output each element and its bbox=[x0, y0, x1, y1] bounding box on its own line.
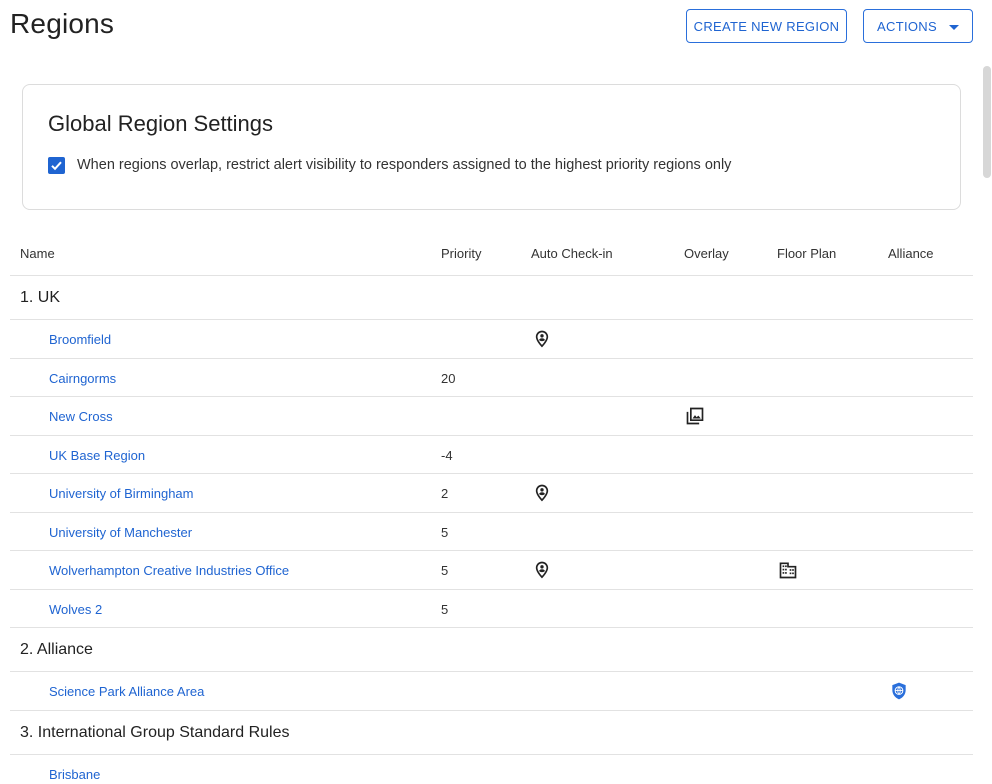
group-label: 3. International Group Standard Rules bbox=[20, 723, 290, 741]
region-link[interactable]: Broomfield bbox=[49, 332, 111, 347]
group-label: 2. Alliance bbox=[20, 641, 93, 658]
group-row-alliance: 2. Alliance bbox=[10, 628, 973, 672]
caret-down-icon bbox=[948, 24, 959, 30]
table-row: Wolverhampton Creative Industries Office… bbox=[10, 551, 973, 590]
building-icon bbox=[779, 562, 797, 579]
page-title: Regions bbox=[10, 8, 115, 39]
table-row: Brisbane bbox=[10, 755, 973, 784]
column-floor-plan-header[interactable]: Floor Plan bbox=[777, 246, 836, 261]
table-row: University of Manchester 5 bbox=[10, 513, 973, 551]
restrict-visibility-label: When regions overlap, restrict alert vis… bbox=[77, 157, 732, 173]
actions-button[interactable]: ACTIONS bbox=[863, 9, 973, 43]
priority-value: 5 bbox=[441, 563, 449, 578]
restrict-visibility-checkbox[interactable] bbox=[48, 157, 65, 174]
priority-value: 2 bbox=[441, 486, 449, 501]
table-row: UK Base Region -4 bbox=[10, 436, 973, 474]
location-person-icon bbox=[535, 330, 549, 348]
priority-value: 5 bbox=[441, 524, 449, 540]
scrollbar-thumb[interactable] bbox=[983, 66, 991, 178]
table-row: Science Park Alliance Area bbox=[10, 672, 973, 711]
location-person-icon bbox=[535, 484, 549, 502]
region-link[interactable]: New Cross bbox=[49, 409, 113, 424]
create-new-region-label: CREATE NEW REGION bbox=[693, 18, 840, 34]
table-row: Broomfield bbox=[10, 320, 973, 359]
column-alliance-header[interactable]: Alliance bbox=[888, 246, 934, 261]
priority-value: -4 bbox=[441, 447, 453, 463]
checkmark-icon bbox=[51, 161, 62, 171]
column-auto-checkin-header[interactable]: Auto Check-in bbox=[531, 246, 613, 261]
table-row: New Cross bbox=[10, 397, 973, 436]
region-link[interactable]: University of Manchester bbox=[49, 525, 192, 540]
table-row: Cairngorms 20 bbox=[10, 359, 973, 397]
table-row: Wolves 2 5 bbox=[10, 590, 973, 628]
region-link[interactable]: Wolves 2 bbox=[49, 602, 102, 617]
image-stack-icon bbox=[686, 407, 704, 425]
table-row: University of Birmingham 2 bbox=[10, 474, 973, 513]
actions-label: ACTIONS bbox=[877, 18, 937, 34]
shield-globe-icon bbox=[892, 682, 906, 700]
region-link[interactable]: Science Park Alliance Area bbox=[49, 684, 204, 699]
settings-title: Global Region Settings bbox=[48, 111, 274, 136]
priority-value: 20 bbox=[441, 370, 456, 386]
region-link[interactable]: Wolverhampton Creative Industries Office bbox=[49, 563, 289, 578]
column-overlay-header[interactable]: Overlay bbox=[684, 246, 729, 261]
create-new-region-button[interactable]: CREATE NEW REGION bbox=[686, 9, 847, 43]
column-name-header[interactable]: Name bbox=[20, 246, 55, 261]
table-header: Name Priority Auto Check-in Overlay Floo… bbox=[10, 232, 973, 276]
group-row-international: 3. International Group Standard Rules bbox=[10, 711, 973, 755]
region-link[interactable]: University of Birmingham bbox=[49, 486, 194, 501]
regions-table: Name Priority Auto Check-in Overlay Floo… bbox=[10, 232, 973, 784]
region-link[interactable]: Brisbane bbox=[49, 767, 100, 782]
region-link[interactable]: UK Base Region bbox=[49, 448, 145, 463]
group-row-uk: 1. UK bbox=[10, 276, 973, 320]
priority-value: 5 bbox=[441, 601, 449, 617]
group-label: 1. UK bbox=[20, 289, 61, 306]
column-priority-header[interactable]: Priority bbox=[441, 246, 481, 261]
global-region-settings-card: Global Region Settings When regions over… bbox=[22, 84, 961, 210]
location-person-icon bbox=[535, 561, 549, 579]
region-link[interactable]: Cairngorms bbox=[49, 371, 116, 386]
